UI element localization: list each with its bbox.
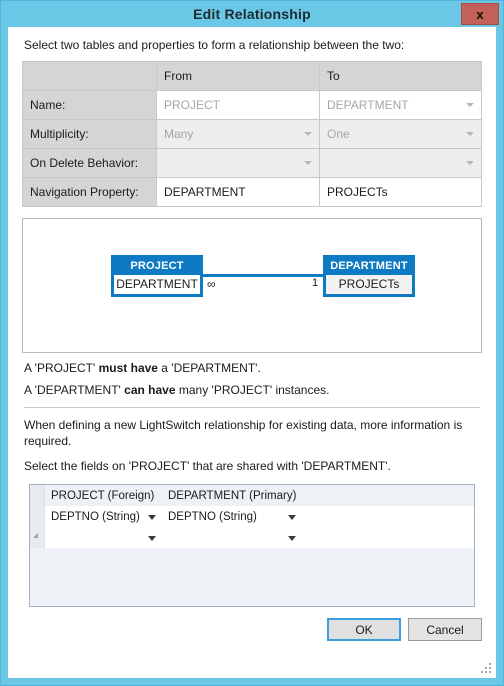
mapping-foreign-dropdown-2[interactable]: [45, 527, 162, 548]
grid-header-to: To: [320, 62, 481, 90]
dialog-client-area: Select two tables and properties to form…: [8, 27, 496, 678]
row-label-name: Name:: [23, 91, 157, 119]
chevron-down-icon: [288, 514, 296, 520]
mapping-foreign-value-1: DEPTNO (String): [51, 510, 140, 523]
relationship-sentence-2: A 'DEPARTMENT' can have many 'PROJECT' i…: [24, 383, 482, 397]
sentence-1-part-c: a 'DEPARTMENT'.: [157, 361, 261, 375]
resize-grip[interactable]: [481, 663, 493, 675]
multiplicity-to-value: One: [327, 127, 350, 141]
multiplicity-from-dropdown[interactable]: Many: [157, 120, 320, 148]
note-existing-data: When defining a new LightSwitch relation…: [24, 418, 463, 448]
navigation-property-to-value: PROJECTs: [327, 185, 388, 199]
multiplicity-to-dropdown[interactable]: One: [320, 120, 481, 148]
sentence-2-emphasis: can have: [124, 383, 176, 397]
cancel-button[interactable]: Cancel: [408, 618, 482, 641]
chevron-down-icon: [304, 161, 312, 165]
mapping-gutter-row-1[interactable]: [30, 506, 45, 527]
entity-title-department: DEPARTMENT: [330, 260, 408, 272]
dialog-buttons: OK Cancel: [327, 618, 482, 641]
chevron-down-icon: [304, 132, 312, 136]
mapping-header-row: PROJECT (Foreign) DEPARTMENT (Primary): [30, 485, 474, 506]
grid-header-from: From: [157, 62, 320, 90]
grid-row-name: Name: PROJECT DEPARTMENT: [23, 91, 481, 120]
ok-button[interactable]: OK: [327, 618, 401, 641]
multiplicity-from-value: Many: [164, 127, 194, 141]
grid-row-navigation-property: Navigation Property: DEPARTMENT PROJECTs: [23, 178, 481, 206]
title-bar: Edit Relationship x: [1, 1, 503, 27]
chevron-down-icon: [288, 535, 296, 541]
field-mapping-table: PROJECT (Foreign) DEPARTMENT (Primary) D…: [29, 484, 475, 607]
close-button[interactable]: x: [461, 3, 499, 25]
on-delete-to-dropdown[interactable]: [320, 149, 481, 177]
name-to-dropdown[interactable]: DEPARTMENT: [320, 91, 481, 119]
chevron-down-icon: [148, 535, 156, 541]
mapping-primary-dropdown-1[interactable]: DEPTNO (String): [162, 506, 302, 527]
relationship-connector-line: [203, 274, 323, 277]
sentence-1-part-a: A 'PROJECT': [24, 361, 99, 375]
edit-relationship-dialog: Edit Relationship x Select two tables an…: [0, 0, 504, 686]
close-icon: x: [476, 6, 484, 22]
table-row[interactable]: [30, 527, 474, 548]
mapping-header-primary: DEPARTMENT (Primary): [168, 489, 297, 502]
mapping-header-foreign: PROJECT (Foreign): [51, 489, 155, 502]
mapping-gutter-header: [30, 485, 45, 506]
multiplicity-label-one: 1: [312, 277, 319, 289]
navigation-property-to-input[interactable]: PROJECTs: [320, 178, 481, 206]
table-row[interactable]: DEPTNO (String) DEPTNO (String): [30, 506, 474, 527]
sentence-2-part-a: A 'DEPARTMENT': [24, 383, 125, 397]
name-from-value: PROJECT: [164, 98, 221, 112]
entity-box-project[interactable]: PROJECT DEPARTMENT: [111, 255, 203, 297]
intro-text: Select two tables and properties to form…: [24, 38, 405, 52]
grid-header-blank: [23, 62, 157, 90]
relationship-properties-grid: From To Name: PROJECT DEPARTMENT Multipl…: [22, 61, 482, 207]
dialog-title: Edit Relationship: [193, 6, 311, 22]
chevron-down-icon: [466, 103, 474, 107]
chevron-down-icon: [466, 132, 474, 136]
divider: [24, 407, 480, 408]
grid-row-on-delete-behavior: On Delete Behavior:: [23, 149, 481, 178]
navigation-property-from-value: DEPARTMENT: [164, 185, 246, 199]
navigation-property-from-input[interactable]: DEPARTMENT: [157, 178, 320, 206]
row-label-on-delete-behavior: On Delete Behavior:: [23, 149, 157, 177]
entity-field-project: DEPARTMENT: [114, 275, 200, 294]
grid-row-multiplicity: Multiplicity: Many One: [23, 120, 481, 149]
entity-box-department[interactable]: DEPARTMENT PROJECTs: [323, 255, 415, 297]
mapping-primary-value-1: DEPTNO (String): [168, 510, 257, 523]
relationship-sentence-1: A 'PROJECT' must have a 'DEPARTMENT'.: [24, 361, 482, 375]
mapping-primary-dropdown-2[interactable]: [162, 527, 302, 548]
row-label-multiplicity: Multiplicity:: [23, 120, 157, 148]
mapping-row-filler-1: [302, 506, 474, 527]
mapping-foreign-dropdown-1[interactable]: DEPTNO (String): [45, 506, 162, 527]
sentence-1-emphasis: must have: [98, 361, 158, 375]
name-to-value: DEPARTMENT: [327, 98, 409, 112]
on-delete-from-dropdown[interactable]: [157, 149, 320, 177]
multiplicity-label-many: ∞: [207, 277, 216, 291]
relationship-diagram: PROJECT DEPARTMENT DEPARTMENT PROJECTs ∞…: [22, 218, 482, 353]
row-label-navigation-property: Navigation Property:: [23, 178, 157, 206]
chevron-down-icon: [148, 514, 156, 520]
grid-header-row: From To: [23, 62, 481, 91]
name-from-field[interactable]: PROJECT: [157, 91, 320, 119]
mapping-header-filler: [302, 485, 474, 506]
mapping-gutter-row-2[interactable]: [30, 527, 45, 548]
entity-field-department: PROJECTs: [326, 275, 412, 294]
entity-title-project: PROJECT: [130, 260, 184, 272]
chevron-down-icon: [466, 161, 474, 165]
mapping-row-filler-2: [302, 527, 474, 548]
dialog-content: Select two tables and properties to form…: [8, 27, 496, 678]
sentence-2-part-c: many 'PROJECT' instances.: [175, 383, 330, 397]
note-select-fields: Select the fields on 'PROJECT' that are …: [24, 459, 391, 473]
